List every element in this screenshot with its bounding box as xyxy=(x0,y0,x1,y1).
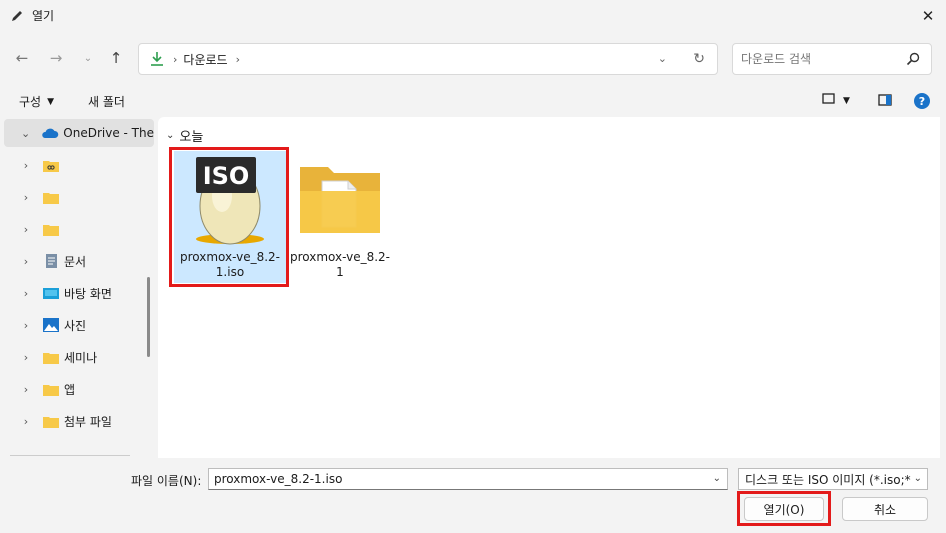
chevron-right-icon[interactable]: › xyxy=(16,383,36,396)
desktop-icon xyxy=(42,285,60,301)
chevron-right-icon[interactable]: › xyxy=(16,223,36,236)
download-icon xyxy=(149,50,165,68)
breadcrumb-downloads[interactable]: 다운로드 xyxy=(183,51,227,68)
cancel-button[interactable]: 취소 xyxy=(842,497,928,521)
chevron-down-icon[interactable]: ⌄ xyxy=(713,473,721,484)
navigation-bar: ← → ⌄ ↑ › 다운로드 › ⌄ ↻ xyxy=(0,31,946,85)
folder-icon xyxy=(42,189,60,205)
pictures-icon xyxy=(42,317,60,333)
refresh-button[interactable]: ↻ xyxy=(693,51,705,67)
bottom-panel: 파일 이름(N): ⌄ 디스크 또는 ISO 이미지 (*.iso;* ⌄ 열기… xyxy=(0,458,946,533)
filetype-select[interactable]: 디스크 또는 ISO 이미지 (*.iso;* ⌄ xyxy=(738,468,928,490)
filename-input[interactable] xyxy=(214,472,694,486)
file-name: proxmox-ve_8.2-1 xyxy=(289,250,391,279)
iso-icon-label: ISO xyxy=(203,162,250,190)
sidebar-item-onedrive[interactable]: ⌄ OneDrive - The xyxy=(4,119,154,147)
title-bar: 열기 ✕ xyxy=(0,0,946,31)
group-header-today[interactable]: ⌄ 오늘 xyxy=(166,126,203,145)
breadcrumb-separator: › xyxy=(173,52,178,66)
folder-icon xyxy=(42,413,60,429)
sidebar-item-apps[interactable]: › 앱 xyxy=(4,375,154,403)
folder-icon xyxy=(42,349,60,365)
chevron-right-icon[interactable]: › xyxy=(16,255,36,268)
chevron-right-icon[interactable]: › xyxy=(16,159,36,172)
chevron-down-icon: ⌄ xyxy=(913,473,922,484)
sidebar-item-attachments[interactable]: › 첨부 파일 xyxy=(4,407,154,435)
folder-icon xyxy=(42,381,60,397)
search-box[interactable] xyxy=(732,43,932,75)
chevron-right-icon[interactable]: › xyxy=(16,191,36,204)
search-icon[interactable] xyxy=(905,51,921,67)
sidebar-item-label: 첨부 파일 xyxy=(64,414,112,429)
sidebar-item-folder[interactable]: › xyxy=(4,215,154,243)
search-input[interactable] xyxy=(741,52,901,66)
help-icon[interactable]: ? xyxy=(914,93,930,109)
sidebar-item-folder[interactable]: › xyxy=(4,183,154,211)
chevron-right-icon[interactable]: › xyxy=(16,287,36,300)
sidebar-item-seminar[interactable]: › 세미나 xyxy=(4,343,154,371)
back-button[interactable]: ← xyxy=(10,46,34,70)
view-icon xyxy=(822,93,835,108)
folder-link-icon xyxy=(42,157,60,173)
close-button[interactable]: ✕ xyxy=(910,0,946,31)
sidebar-item-label: 문서 xyxy=(64,254,87,269)
sidebar-item-pictures[interactable]: › 사진 xyxy=(4,311,154,339)
chevron-right-icon[interactable]: › xyxy=(16,415,36,428)
folder-icon xyxy=(42,221,60,237)
sidebar-item-label: OneDrive - The xyxy=(63,126,154,140)
address-bar[interactable]: › 다운로드 › ⌄ ↻ xyxy=(138,43,718,75)
document-icon xyxy=(42,253,60,269)
up-button[interactable]: ↑ xyxy=(104,46,128,70)
new-folder-button[interactable]: 새 폴더 xyxy=(88,93,125,110)
organize-button[interactable]: 구성 ▼ xyxy=(19,93,54,110)
iso-disc-icon: ISO xyxy=(182,151,278,250)
cloud-icon xyxy=(41,125,59,141)
filetype-value: 디스크 또는 ISO 이미지 (*.iso;* xyxy=(745,472,911,487)
open-button[interactable]: 열기(O) xyxy=(744,497,824,521)
divider xyxy=(10,455,130,456)
sidebar-item-documents[interactable]: › 문서 xyxy=(4,247,154,275)
folder-icon xyxy=(292,151,388,250)
address-dropdown-icon[interactable]: ⌄ xyxy=(658,52,667,65)
chevron-right-icon[interactable]: › xyxy=(16,351,36,364)
navigation-pane[interactable]: ⌄ OneDrive - The › › › › 문서 › 바탕 화면 › 사진… xyxy=(0,117,158,458)
preview-pane-icon[interactable] xyxy=(878,94,892,109)
command-bar: 구성 ▼ 새 폴더 ▼ ? xyxy=(0,85,946,117)
sidebar-item-desktop[interactable]: › 바탕 화면 xyxy=(4,279,154,307)
view-options-button[interactable]: ▼ xyxy=(822,93,850,108)
sidebar-item-label: 앱 xyxy=(64,382,76,397)
navigation-scrollbar[interactable] xyxy=(147,277,150,357)
file-item-iso[interactable]: ISO proxmox-ve_8.2-1.iso xyxy=(174,151,286,283)
breadcrumb-trailing-separator[interactable]: › xyxy=(236,53,240,66)
sidebar-item-linked-folder[interactable]: › xyxy=(4,151,154,179)
filename-label: 파일 이름(N): xyxy=(131,474,202,488)
file-list[interactable]: ⌄ 오늘 ISO proxmox-ve_8.2-1.iso proxmox-ve… xyxy=(158,117,940,458)
forward-button[interactable]: → xyxy=(44,46,68,70)
recent-locations-button[interactable]: ⌄ xyxy=(76,46,100,70)
group-label: 오늘 xyxy=(179,130,204,145)
pen-icon xyxy=(9,8,25,24)
chevron-down-icon[interactable]: ⌄ xyxy=(16,127,35,140)
sidebar-item-label: 바탕 화면 xyxy=(64,286,112,301)
filename-combobox[interactable]: ⌄ xyxy=(208,468,728,490)
chevron-down-icon: ▼ xyxy=(47,96,55,107)
chevron-down-icon: ⌄ xyxy=(166,130,175,141)
sidebar-item-label: 세미나 xyxy=(64,350,98,365)
file-name: proxmox-ve_8.2-1.iso xyxy=(179,250,281,279)
chevron-right-icon[interactable]: › xyxy=(16,319,36,332)
file-item-folder[interactable]: proxmox-ve_8.2-1 xyxy=(284,151,396,283)
sidebar-item-label: 사진 xyxy=(64,318,87,333)
organize-label: 구성 xyxy=(19,95,42,109)
window-title: 열기 xyxy=(32,9,55,23)
chevron-down-icon: ▼ xyxy=(843,95,850,106)
